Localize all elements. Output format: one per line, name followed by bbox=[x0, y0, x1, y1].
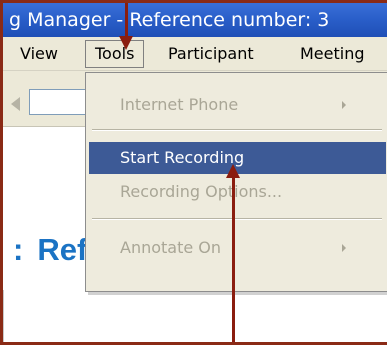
menu-participant-label: Participant bbox=[168, 44, 254, 63]
annotation-arrow-tools bbox=[125, 0, 128, 40]
menu-item-recording-options[interactable]: Recording Options... bbox=[86, 176, 386, 208]
menu-participant[interactable]: Participant bbox=[159, 40, 263, 68]
menu-separator bbox=[92, 129, 382, 131]
window-title: g Manager - Reference number: 3 bbox=[9, 9, 330, 31]
window-title-bar: g Manager - Reference number: 3 bbox=[3, 3, 387, 37]
submenu-arrow-icon bbox=[342, 101, 346, 109]
menu-item-annotate-on[interactable]: Annotate On bbox=[86, 232, 386, 264]
menu-view-label: View bbox=[20, 44, 58, 63]
menu-bar: View Tools Participant Meeting bbox=[3, 37, 387, 71]
menu-view[interactable]: View bbox=[11, 40, 67, 68]
content-divider bbox=[3, 290, 4, 342]
window-border-top bbox=[0, 0, 387, 3]
annotation-arrow-start-recording-head bbox=[226, 164, 240, 178]
annotation-arrow-tools-head bbox=[119, 36, 133, 50]
menu-meeting-label: Meeting bbox=[300, 44, 365, 63]
window-border-left bbox=[0, 0, 3, 345]
menu-item-internet-phone-label: Internet Phone bbox=[120, 95, 239, 114]
submenu-arrow-icon bbox=[342, 244, 346, 252]
menu-meeting[interactable]: Meeting bbox=[291, 40, 374, 68]
tools-dropdown-menu: Internet Phone Start Recording Recording… bbox=[85, 72, 387, 292]
menu-separator bbox=[92, 218, 382, 220]
menu-item-recording-options-label: Recording Options... bbox=[120, 182, 283, 201]
heading-prefix: : bbox=[13, 232, 24, 267]
menu-item-annotate-on-label: Annotate On bbox=[120, 238, 222, 257]
menu-tools[interactable]: Tools bbox=[85, 40, 145, 68]
menu-item-internet-phone[interactable]: Internet Phone bbox=[86, 89, 386, 121]
application-window: g Manager - Reference number: 3 View Too… bbox=[0, 0, 387, 345]
back-arrow-icon[interactable] bbox=[11, 97, 20, 111]
annotation-arrow-start-recording bbox=[232, 178, 235, 345]
